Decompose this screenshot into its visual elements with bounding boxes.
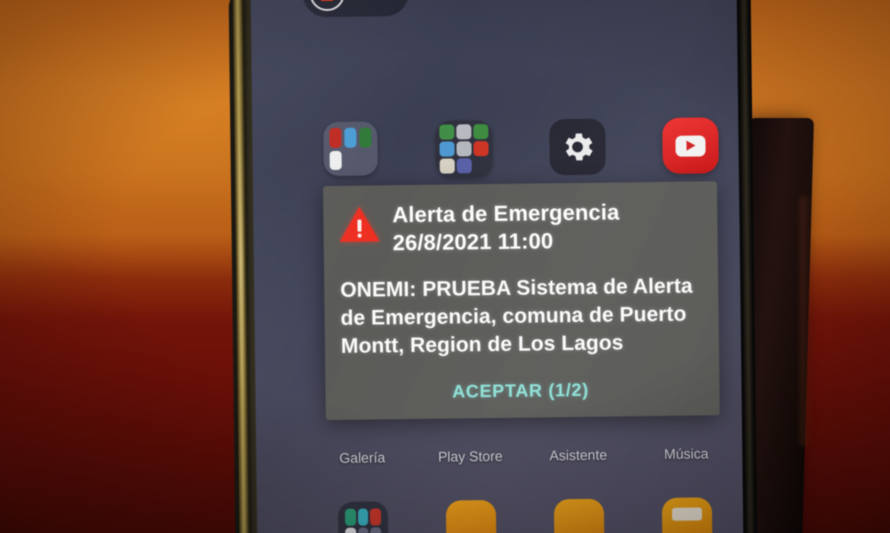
photo-vignette [0,0,890,533]
photo-scene: 01:46 [0,0,890,533]
